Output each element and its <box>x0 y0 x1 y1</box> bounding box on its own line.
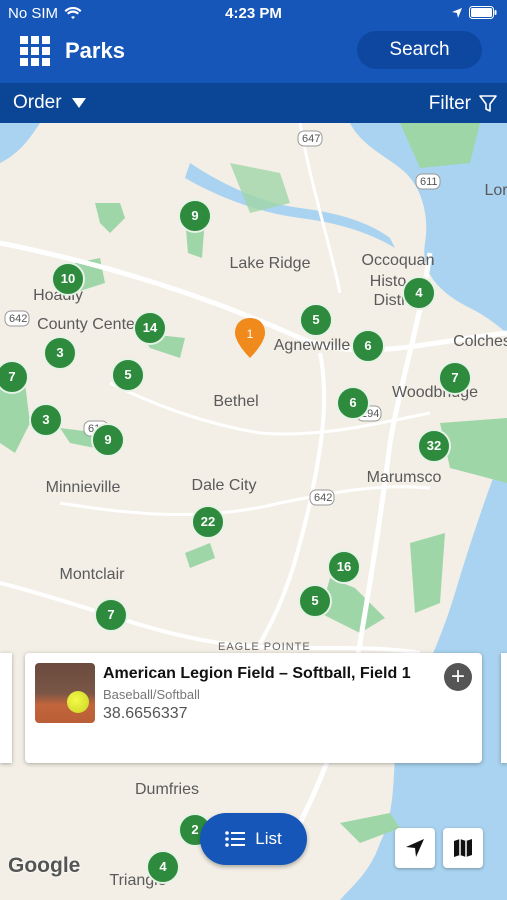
park-cluster-marker[interactable]: 3 <box>43 336 77 370</box>
park-cluster-marker[interactable]: 4 <box>146 850 180 884</box>
app-header: Parks Search <box>0 28 507 83</box>
next-card-edge[interactable] <box>501 653 507 763</box>
map-place-label: Lake Ridge <box>229 255 311 272</box>
map-place-label: Marumsco <box>366 469 442 486</box>
map-place-label: Agnewville <box>273 337 351 354</box>
park-category: Baseball/Softball <box>103 687 200 702</box>
park-cluster-marker[interactable]: 4 <box>402 276 436 310</box>
list-icon <box>225 831 246 847</box>
park-cluster-marker[interactable]: 6 <box>336 386 370 420</box>
softball-image <box>67 691 89 713</box>
order-dropdown[interactable]: Order <box>13 92 86 114</box>
park-cluster-marker[interactable]: 6 <box>351 329 385 363</box>
park-cluster-marker[interactable]: 7 <box>438 361 472 395</box>
apps-grid-icon[interactable] <box>20 36 50 66</box>
map-place-label: Dale City <box>191 477 257 494</box>
svg-text:647: 647 <box>302 133 320 145</box>
park-cluster-marker[interactable]: 9 <box>91 423 125 457</box>
filter-button[interactable]: Filter <box>429 93 497 115</box>
park-cluster-marker[interactable]: 16 <box>327 550 361 584</box>
status-right <box>451 6 497 19</box>
previous-card-edge[interactable] <box>0 653 12 763</box>
map-base: 647 611 642 610 642 294 EAGLE POINTE <box>0 123 507 900</box>
sort-filter-bar: Order Filter <box>0 83 507 123</box>
pin-label: 1 <box>247 327 254 341</box>
map-place-label: Bethel <box>213 393 259 410</box>
park-cluster-marker[interactable]: 3 <box>29 403 63 437</box>
park-cluster-marker[interactable]: 14 <box>133 311 167 345</box>
filter-label: Filter <box>428 93 471 114</box>
area-label: EAGLE POINTE <box>218 641 311 653</box>
park-card[interactable]: American Legion Field – Softball, Field … <box>25 653 482 763</box>
park-cluster-marker[interactable]: 5 <box>298 584 332 618</box>
park-cluster-marker[interactable]: 32 <box>417 429 451 463</box>
park-cluster-marker[interactable]: 5 <box>299 303 333 337</box>
add-favorite-button[interactable]: + <box>444 663 472 691</box>
status-time: 4:23 PM <box>225 5 282 22</box>
navigation-arrow-icon <box>406 839 424 857</box>
map-place-label: Histo <box>369 273 407 290</box>
search-button[interactable]: Search <box>357 31 482 69</box>
map-place-label: Minnieville <box>45 479 121 496</box>
park-value: 38.6656337 <box>103 705 188 722</box>
svg-text:642: 642 <box>9 313 27 325</box>
svg-text:642: 642 <box>314 492 332 504</box>
list-view-button[interactable]: List <box>200 813 307 865</box>
selected-location-pin-icon[interactable]: 1 <box>235 318 265 360</box>
map-view[interactable]: 647 611 642 610 642 294 EAGLE POINTE Lak… <box>0 123 507 900</box>
map-place-label: Montclair <box>59 566 125 583</box>
svg-text:611: 611 <box>420 176 438 188</box>
map-place-label: Colches <box>453 333 507 350</box>
page-title: Parks <box>65 38 125 63</box>
park-cluster-marker[interactable]: 7 <box>94 598 128 632</box>
map-place-label: Occoquan <box>361 252 435 269</box>
battery-icon <box>469 6 497 19</box>
park-cluster-marker[interactable]: 9 <box>178 199 212 233</box>
map-place-label: Lor <box>484 182 507 199</box>
map-place-label: County Cente <box>37 316 135 333</box>
park-thumbnail <box>35 663 95 723</box>
list-label: List <box>255 829 282 848</box>
triangle-down-icon <box>71 98 86 108</box>
park-cluster-marker[interactable]: 10 <box>51 262 85 296</box>
google-logo: Google <box>8 854 81 877</box>
park-cluster-marker[interactable]: 22 <box>191 505 225 539</box>
map-icon <box>454 839 472 857</box>
map-place-label: Dumfries <box>134 781 200 798</box>
funnel-icon <box>479 95 497 112</box>
location-arrow-icon <box>452 7 462 18</box>
park-cluster-marker[interactable]: 5 <box>111 358 145 392</box>
order-label: Order <box>13 92 62 113</box>
map-type-button[interactable] <box>443 828 483 868</box>
status-bar: No SIM 4:23 PM <box>0 0 507 28</box>
my-location-button[interactable] <box>395 828 435 868</box>
park-title: American Legion Field – Softball, Field … <box>103 665 411 682</box>
